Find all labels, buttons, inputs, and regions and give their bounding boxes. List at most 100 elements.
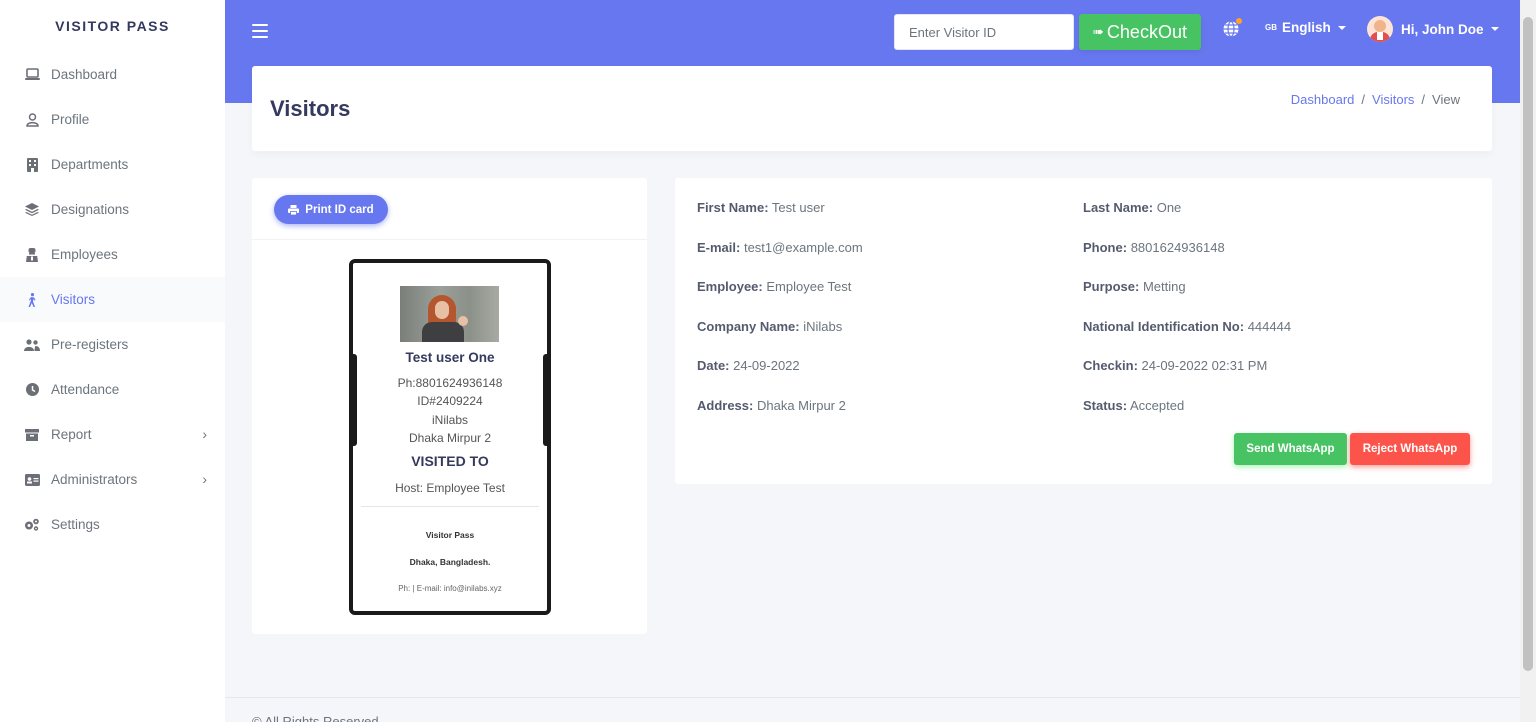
sidebar-item-label: Departments [51,157,129,172]
field-value: Test user [771,200,825,215]
card-host: Host: Employee Test [395,481,505,495]
globe-icon[interactable] [1222,18,1242,38]
field-label: Address: [697,398,754,413]
chevron-right-icon: › [202,471,207,487]
page-title: Visitors [270,96,351,121]
footer-copyright: © All Rights Reserved [252,714,379,722]
brand-logo[interactable]: VISITOR PASS [0,0,225,52]
card-footer-title: Visitor Pass [425,530,475,540]
card-footer-contact: Ph: | E-mail: info@inilabs.xyz [398,584,502,593]
flag-icon: GB [1265,23,1277,32]
card-id: ID#2409224 [417,394,483,408]
field-label: Checkin: [1083,358,1138,373]
field-label: First Name: [697,200,769,215]
id-card-icon [24,472,40,488]
language-label: English [1282,20,1331,35]
id-card-panel: Print ID card Test user One Ph:880162493… [252,178,647,634]
avatar [1367,16,1393,42]
notification-dot [1236,18,1242,24]
field-value: Employee Test [766,279,852,294]
print-label: Print ID card [305,203,374,216]
language-dropdown[interactable]: GB English [1265,20,1346,35]
visitor-details-panel: First Name: Test user Last Name: One E-m… [675,178,1492,484]
first-name-field: First Name: Test user [697,200,825,215]
sidebar-item-dashboard[interactable]: Dashboard [0,52,225,97]
sidebar-item-label: Report [51,427,92,442]
visitor-id-card: Test user One Ph:8801624936148 ID#240922… [349,259,551,615]
field-label: Last Name: [1083,200,1154,215]
date-field: Date: 24-09-2022 [697,358,800,373]
field-value: Dhaka Mirpur 2 [756,398,846,413]
send-whatsapp-button[interactable]: Send WhatsApp [1234,433,1347,465]
breadcrumb: Dashboard / Visitors / View [1291,92,1460,107]
checkout-label: CheckOut [1106,21,1187,42]
field-value: One [1156,200,1182,215]
sidebar-item-employees[interactable]: Employees [0,232,225,277]
card-divider [361,506,539,507]
sidebar: VISITOR PASS Dashboard Profile Departmen… [0,0,225,722]
sidebar-item-label: Visitors [51,292,96,307]
sidebar-item-departments[interactable]: Departments [0,142,225,187]
sidebar-item-settings[interactable]: Settings [0,502,225,547]
sidebar-item-label: Attendance [51,382,120,397]
breadcrumb-dashboard[interactable]: Dashboard [1291,92,1355,107]
field-value: 444444 [1247,319,1292,334]
card-phone: Ph:8801624936148 [397,376,503,390]
email-field: E-mail: test1@example.com [697,240,863,255]
sidebar-item-pre-registers[interactable]: Pre-registers [0,322,225,367]
field-value: 8801624936148 [1130,240,1225,255]
field-value: Metting [1142,279,1186,294]
divider [252,239,647,240]
breadcrumb-separator: / [1361,92,1366,107]
checkout-button[interactable]: ➠ CheckOut [1079,14,1201,50]
scrollbar-thumb[interactable] [1523,17,1533,671]
caret-down-icon [1490,27,1499,31]
card-address: Dhaka Mirpur 2 [408,431,492,445]
sidebar-item-label: Employees [51,247,118,262]
user-icon [24,112,40,128]
status-field: Status: Accepted [1083,398,1184,413]
user-tie-icon [24,247,40,263]
sidebar-menu: Dashboard Profile Departments Designatio… [0,52,225,547]
checkin-field: Checkin: 24-09-2022 02:31 PM [1083,358,1267,373]
sidebar-item-profile[interactable]: Profile [0,97,225,142]
caret-down-icon [1337,25,1346,30]
sidebar-item-administrators[interactable]: Administrators › [0,457,225,502]
field-value: Accepted [1129,398,1185,413]
last-name-field: Last Name: One [1083,200,1181,215]
users-icon [24,337,40,353]
sidebar-item-report[interactable]: Report › [0,412,225,457]
card-visited-to: VISITED TO [411,453,489,469]
laptop-icon [24,67,40,83]
scrollbar[interactable] [1520,0,1536,722]
employee-field: Employee: Employee Test [697,279,851,294]
print-id-card-button[interactable]: Print ID card [274,195,388,224]
sidebar-item-label: Pre-registers [51,337,129,352]
cogs-icon [24,517,40,533]
layers-icon [24,202,40,218]
breadcrumb-current: View [1432,92,1460,107]
field-label: National Identification No: [1083,319,1245,334]
sidebar-item-visitors[interactable]: Visitors [0,277,225,322]
field-label: Phone: [1083,240,1128,255]
reject-whatsapp-button[interactable]: Reject WhatsApp [1350,433,1470,465]
clock-icon [24,382,40,398]
phone-field: Phone: 8801624936148 [1083,240,1225,255]
card-company: iNilabs [431,413,468,427]
archive-icon [24,427,40,443]
breadcrumb-visitors[interactable]: Visitors [1372,92,1414,107]
sidebar-item-label: Designations [51,202,130,217]
sidebar-item-label: Profile [51,112,90,127]
breadcrumb-separator: / [1421,92,1426,107]
sidebar-item-designations[interactable]: Designations [0,187,225,232]
sidebar-item-label: Settings [51,517,100,532]
address-field: Address: Dhaka Mirpur 2 [697,398,846,413]
user-greeting: Hi, John Doe [1401,21,1484,37]
user-menu-dropdown[interactable]: Hi, John Doe [1367,16,1499,42]
visitor-id-input[interactable] [894,14,1074,50]
walking-icon [24,292,40,308]
sidebar-item-label: Dashboard [51,67,118,82]
hamburger-menu-icon[interactable] [252,24,268,38]
sidebar-item-attendance[interactable]: Attendance [0,367,225,412]
card-visitor-name: Test user One [405,350,495,365]
